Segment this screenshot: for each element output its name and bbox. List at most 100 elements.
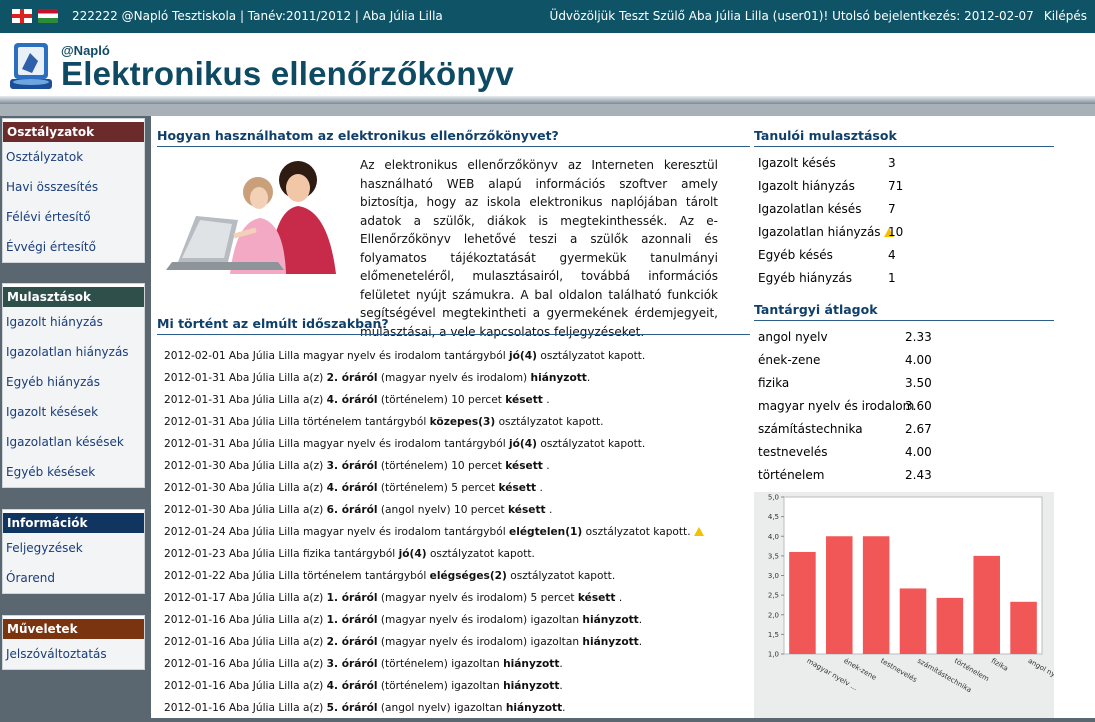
event-text: . bbox=[638, 636, 643, 648]
event-text: osztályzatot kapott. bbox=[536, 350, 646, 362]
menu-item[interactable]: Igazolatlan késések bbox=[3, 427, 144, 457]
row-label-text: Igazolt hiányzás bbox=[758, 179, 855, 193]
events-list: 2012-02-01 Aba Júlia Lilla magyar nyelv … bbox=[164, 348, 754, 722]
main-content: Hogyan használhatom az elektronikus elle… bbox=[151, 116, 1095, 718]
event-highlight: 2. óráról bbox=[326, 636, 378, 648]
x-tick-label: fizika bbox=[990, 657, 1010, 673]
page-title: Elektronikus ellenőrzőkönyv bbox=[61, 55, 514, 92]
averages-title: Tantárgyi átlagok bbox=[754, 302, 1054, 321]
event-highlight: 3. óráról bbox=[326, 658, 378, 670]
table-row: Egyéb késés 4 bbox=[758, 244, 903, 267]
event-highlight: hiányzott bbox=[582, 614, 639, 626]
event-highlight: 5. óráról bbox=[326, 702, 378, 714]
event-text: (történelem) 10 percet bbox=[377, 460, 506, 472]
event-text: (történelem) 5 percet bbox=[377, 482, 499, 494]
row-label: Igazolt hiányzás bbox=[758, 175, 888, 198]
header: @Napló Elektronikus ellenőrzőkönyv bbox=[0, 33, 1095, 96]
averages-table: angol nyelv 2.33 ének-zene 4.00 fizika 3.50 ma… bbox=[758, 326, 932, 487]
event-row: 2012-01-16 Aba Júlia Lilla a(z) 4. óráró… bbox=[164, 678, 754, 700]
event-text: 2012-01-31 Aba Júlia Lilla a(z) bbox=[164, 394, 327, 406]
row-value: 2.33 bbox=[905, 330, 932, 344]
intro-title: Hogyan használhatom az elektronikus elle… bbox=[157, 128, 750, 147]
event-text: . bbox=[542, 394, 550, 406]
event-text: osztályzatot kapott. bbox=[426, 548, 535, 560]
table-row: Igazolatlan hiányzás 10 bbox=[758, 221, 903, 244]
menu-item[interactable]: Igazolt késések bbox=[3, 397, 144, 427]
event-text: . bbox=[545, 504, 553, 516]
event-row: 2012-01-31 Aba Júlia Lilla a(z) 2. óráró… bbox=[164, 370, 754, 392]
y-tick-label: 5,0 bbox=[768, 494, 779, 502]
row-value: 3.60 bbox=[905, 399, 932, 413]
menu-item[interactable]: Igazolt hiányzás bbox=[3, 307, 144, 337]
row-label: magyar nyelv és irodalom bbox=[758, 395, 914, 418]
row-label-text: Igazolt késés bbox=[758, 156, 836, 170]
table-row: Igazolatlan késés 7 bbox=[758, 198, 903, 221]
event-text: 2012-01-16 Aba Júlia Lilla a(z) bbox=[164, 614, 327, 626]
menu-item[interactable]: Igazolatlan hiányzás bbox=[3, 337, 144, 367]
row-value: 2.67 bbox=[905, 422, 932, 436]
english-flag-icon[interactable] bbox=[12, 9, 32, 23]
row-label: történelem bbox=[758, 464, 905, 487]
row-label: Igazolatlan hiányzás bbox=[758, 221, 894, 244]
mother-child-laptop-image bbox=[158, 158, 350, 274]
x-tick-label: angol nyelv bbox=[1027, 657, 1054, 684]
event-highlight: késett bbox=[577, 592, 616, 604]
hungarian-flag-icon[interactable] bbox=[38, 9, 58, 23]
event-text: (angol nyelv) 10 percet bbox=[377, 504, 509, 516]
row-value: 4.00 bbox=[905, 445, 932, 459]
warning-icon bbox=[693, 527, 704, 536]
menu-3: Műveletek Jelszóváltoztatás bbox=[2, 615, 145, 670]
event-text: . bbox=[559, 658, 563, 670]
y-tick-label: 2,5 bbox=[768, 592, 779, 600]
event-highlight: 1. óráról bbox=[326, 592, 378, 604]
event-text: 2012-01-30 Aba Júlia Lilla a(z) bbox=[164, 460, 327, 472]
event-highlight: elégséges(2) bbox=[429, 570, 507, 582]
event-row: 2012-01-16 Aba Júlia Lilla a(z) 3. óráró… bbox=[164, 656, 754, 678]
row-value: 4 bbox=[888, 248, 896, 262]
menu-item[interactable]: Feljegyzések bbox=[3, 533, 144, 563]
menu-item[interactable]: Órarend bbox=[3, 563, 144, 593]
table-row: testnevelés 4.00 bbox=[758, 441, 932, 464]
row-label-text: ének-zene bbox=[758, 353, 821, 367]
row-value: 7 bbox=[888, 202, 896, 216]
row-label-text: testnevelés bbox=[758, 445, 828, 459]
event-row: 2012-01-31 Aba Júlia Lilla magyar nyelv … bbox=[164, 436, 754, 458]
menu-item[interactable]: Egyéb hiányzás bbox=[3, 367, 144, 397]
menu-item[interactable]: Jelszóváltoztatás bbox=[3, 639, 144, 669]
row-label: Igazolatlan késés bbox=[758, 198, 888, 221]
menu-item[interactable]: Havi összesítés bbox=[3, 172, 144, 202]
event-text: (magyar nyelv és irodalom) bbox=[377, 372, 531, 384]
row-label-text: angol nyelv bbox=[758, 330, 828, 344]
menu-item[interactable]: Félévi értesítő bbox=[3, 202, 144, 232]
event-text: 2012-02-01 Aba Júlia Lilla magyar nyelv … bbox=[164, 350, 510, 362]
event-highlight: 4. óráról bbox=[326, 394, 378, 406]
row-value: 4.00 bbox=[905, 353, 932, 367]
event-highlight: hiányzott bbox=[503, 658, 560, 670]
y-tick-label: 4,5 bbox=[768, 513, 779, 521]
event-highlight: hiányzott bbox=[530, 372, 587, 384]
event-row: 2012-01-24 Aba Júlia Lilla magyar nyelv … bbox=[164, 524, 754, 546]
logout-link[interactable]: Kilépés bbox=[1044, 9, 1087, 23]
menu-item[interactable]: Egyéb késések bbox=[3, 457, 144, 487]
language-flags bbox=[12, 9, 58, 23]
school-info: 222222 @Napló Tesztiskola | Tanév:2011/2… bbox=[72, 9, 443, 23]
welcome-text: Üdvözöljük Teszt Szülő Aba Júlia Lilla (… bbox=[549, 9, 1034, 23]
event-highlight: jó(4) bbox=[509, 350, 537, 362]
table-row: fizika 3.50 bbox=[758, 372, 932, 395]
row-label: fizika bbox=[758, 372, 905, 395]
row-value: 3 bbox=[888, 156, 896, 170]
event-text: 2012-01-24 Aba Júlia Lilla magyar nyelv … bbox=[164, 526, 510, 538]
event-highlight: késett bbox=[498, 482, 537, 494]
row-label: ének-zene bbox=[758, 349, 905, 372]
menu-item[interactable]: Osztályzatok bbox=[3, 142, 144, 172]
row-label-text: magyar nyelv és irodalom bbox=[758, 399, 915, 413]
menu-item[interactable]: Évvégi értesítő bbox=[3, 232, 144, 262]
table-row: magyar nyelv és irodalom3.60 bbox=[758, 395, 932, 418]
bar bbox=[1010, 601, 1037, 654]
table-row: számítástechnika 2.67 bbox=[758, 418, 932, 441]
y-tick-label: 1,0 bbox=[768, 651, 779, 659]
event-text: (történelem) igazoltan bbox=[377, 658, 504, 670]
event-text: (magyar nyelv és irodalom) igazoltan bbox=[377, 636, 583, 648]
event-text: . bbox=[562, 702, 566, 714]
event-highlight: elégtelen(1) bbox=[509, 526, 583, 538]
